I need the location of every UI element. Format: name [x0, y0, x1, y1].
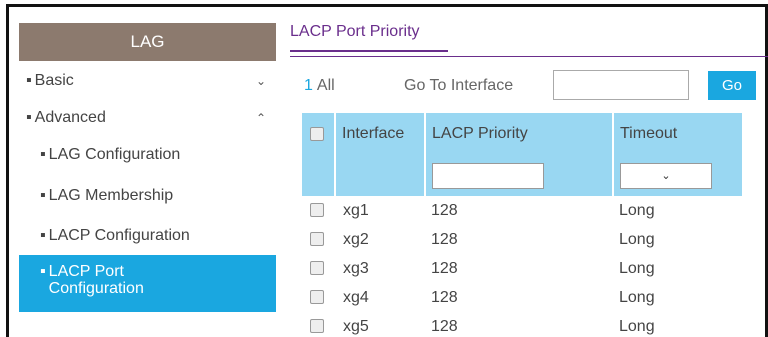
row-checkbox-cell [302, 196, 335, 225]
row-checkbox[interactable] [310, 290, 324, 305]
filter-timeout-cell: ⌄ [613, 155, 742, 196]
row-checkbox[interactable] [310, 261, 324, 276]
row-checkbox-cell [302, 312, 335, 337]
filter-empty-cell [335, 155, 426, 196]
bullet-icon: ▪ [40, 146, 46, 163]
interface-cell: xg5 [343, 317, 369, 335]
chevron-down-icon: ⌄ [661, 170, 671, 182]
sidebar-subitem-lag-membership[interactable]: ▪ LAG Membership [19, 175, 276, 217]
row-checkbox[interactable] [310, 203, 324, 218]
sidebar-item-basic[interactable]: ▪ Basic ⌄ [19, 61, 276, 101]
sidebar-item-label: Basic [34, 72, 74, 89]
row-checkbox-cell [302, 283, 335, 312]
goto-interface-label: Go To Interface [404, 77, 514, 94]
chevron-up-icon[interactable]: ⌃ [256, 111, 266, 125]
interface-cell: xg2 [343, 230, 369, 248]
select-all-cell [302, 113, 336, 155]
bullet-icon: ▪ [40, 263, 46, 280]
priority-cell: 128 [431, 259, 458, 277]
row-checkbox[interactable] [310, 232, 324, 247]
sidebar-subitem-label: LACP Configuration [48, 227, 190, 244]
row-checkbox-cell [302, 254, 335, 283]
all-pages-link[interactable]: All [317, 77, 335, 95]
table-row[interactable]: xg2 128 Long [302, 225, 742, 254]
priority-filter-input[interactable] [432, 162, 544, 189]
table-row[interactable]: xg1 128 Long [302, 196, 742, 225]
go-button[interactable]: Go [708, 71, 756, 100]
table-toolbar: 1 All Go To Interface Go [304, 70, 764, 102]
sidebar-subitem-label: LAG Configuration [48, 146, 181, 163]
timeout-cell: Long [619, 230, 655, 248]
timeout-filter-select[interactable]: ⌄ [620, 162, 712, 189]
sidebar-subitem-lacp-port-configuration[interactable]: ▪ LACP Port Configuration [19, 255, 276, 312]
tab-lacp-port-priority[interactable]: LACP Port Priority [290, 23, 420, 41]
sidebar-subitem-lag-configuration[interactable]: ▪ LAG Configuration [19, 135, 276, 175]
active-tab-underline [290, 50, 448, 52]
column-header-timeout[interactable]: Timeout [613, 113, 742, 155]
main-panel: LACP Port Priority 1 All Go To Interface… [290, 23, 768, 337]
row-checkbox-cell [302, 225, 335, 254]
sidebar: LAG ▪ Basic ⌄ ▪ Advanced ⌃ ▪ LAG Configurat… [19, 23, 276, 337]
sidebar-subitem-label: LAG Membership [48, 187, 174, 204]
column-header-lacp-priority[interactable]: LACP Priority [425, 113, 614, 155]
bullet-icon: ▪ [40, 187, 46, 204]
sidebar-subitem-lacp-configuration[interactable]: ▪ LACP Configuration [19, 217, 276, 255]
chevron-down-icon[interactable]: ⌄ [256, 74, 266, 88]
priority-cell: 128 [431, 201, 458, 219]
timeout-cell: Long [619, 317, 655, 335]
column-header-interface[interactable]: Interface [335, 113, 426, 155]
table-row[interactable]: xg4 128 Long [302, 283, 742, 312]
interface-cell: xg1 [343, 201, 369, 219]
table-row[interactable]: xg5 128 Long [302, 312, 742, 337]
tab-divider [290, 56, 768, 57]
table-filter-row: ⌄ [302, 155, 742, 196]
bullet-icon: ▪ [26, 109, 32, 126]
priority-cell: 128 [431, 288, 458, 306]
sidebar-item-label: Advanced [34, 109, 106, 126]
bullet-icon: ▪ [26, 72, 32, 89]
table-header-row: Interface LACP Priority Timeout [302, 113, 742, 155]
interface-cell: xg3 [343, 259, 369, 277]
lacp-port-table: Interface LACP Priority Timeout ⌄ xg1 12… [302, 113, 742, 337]
sidebar-item-advanced[interactable]: ▪ Advanced ⌃ [19, 101, 276, 135]
interface-cell: xg4 [343, 288, 369, 306]
sidebar-subitem-label: LACP Port Configuration [48, 263, 144, 297]
filter-empty-cell [302, 155, 336, 196]
row-checkbox[interactable] [310, 319, 324, 334]
priority-cell: 128 [431, 317, 458, 335]
sidebar-title: LAG [19, 23, 276, 61]
timeout-cell: Long [619, 288, 655, 306]
page-number-link[interactable]: 1 [304, 77, 313, 95]
table-row[interactable]: xg3 128 Long [302, 254, 742, 283]
timeout-cell: Long [619, 259, 655, 277]
priority-cell: 128 [431, 230, 458, 248]
select-all-checkbox[interactable] [310, 126, 324, 141]
goto-interface-input[interactable] [553, 70, 689, 100]
bullet-icon: ▪ [40, 227, 46, 244]
filter-priority-cell [425, 155, 614, 196]
timeout-cell: Long [619, 201, 655, 219]
